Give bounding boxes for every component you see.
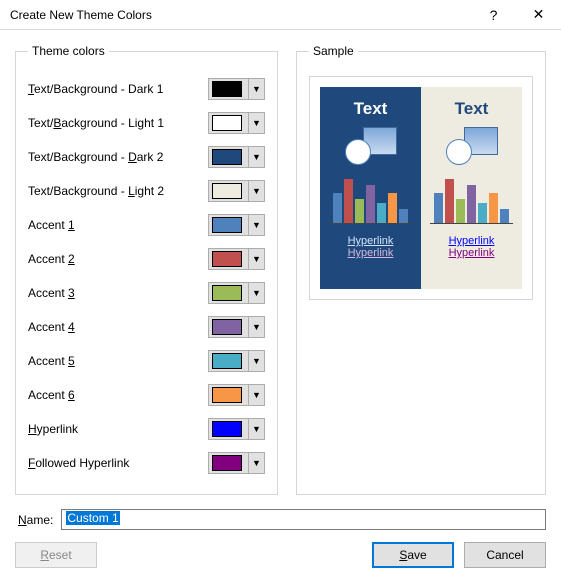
color-label: Accent 6 bbox=[28, 388, 75, 402]
chevron-down-icon: ▼ bbox=[248, 385, 264, 405]
color-row-accent4: Accent 4 ▼ bbox=[28, 310, 265, 344]
chevron-down-icon: ▼ bbox=[248, 351, 264, 371]
chevron-down-icon: ▼ bbox=[248, 113, 264, 133]
save-button[interactable]: Save bbox=[372, 542, 454, 568]
sample-preview: Text Hyperlink Hyperlink Text bbox=[309, 76, 533, 300]
name-input[interactable]: Custom 1 bbox=[61, 509, 546, 530]
sample-followed-hyperlink: Hyperlink bbox=[449, 247, 495, 259]
chevron-down-icon: ▼ bbox=[248, 249, 264, 269]
dialog-content: Theme colors Text/Background - Dark 1 ▼ … bbox=[0, 30, 561, 530]
sample-chart-icon bbox=[432, 173, 511, 223]
chevron-down-icon: ▼ bbox=[248, 181, 264, 201]
color-row-light1: Text/Background - Light 1 ▼ bbox=[28, 106, 265, 140]
sample-links: Hyperlink Hyperlink bbox=[449, 235, 495, 259]
theme-colors-group: Theme colors Text/Background - Dark 1 ▼ … bbox=[15, 44, 278, 495]
name-label: Name: bbox=[18, 513, 53, 527]
color-picker-accent2[interactable]: ▼ bbox=[208, 248, 265, 270]
sample-text: Text bbox=[354, 99, 388, 119]
swatch bbox=[212, 285, 242, 301]
sample-shapes-icon bbox=[341, 127, 401, 167]
color-picker-dark2[interactable]: ▼ bbox=[208, 146, 265, 168]
color-label: Accent 1 bbox=[28, 218, 75, 232]
color-row-accent5: Accent 5 ▼ bbox=[28, 344, 265, 378]
cancel-button[interactable]: Cancel bbox=[464, 542, 546, 568]
swatch bbox=[212, 149, 242, 165]
window-title: Create New Theme Colors bbox=[10, 8, 471, 22]
color-picker-accent5[interactable]: ▼ bbox=[208, 350, 265, 372]
color-picker-light1[interactable]: ▼ bbox=[208, 112, 265, 134]
color-picker-light2[interactable]: ▼ bbox=[208, 180, 265, 202]
color-row-accent6: Accent 6 ▼ bbox=[28, 378, 265, 412]
color-picker-accent1[interactable]: ▼ bbox=[208, 214, 265, 236]
theme-colors-legend: Theme colors bbox=[28, 44, 109, 58]
chevron-down-icon: ▼ bbox=[248, 283, 264, 303]
title-bar: Create New Theme Colors ? ✕ bbox=[0, 0, 561, 30]
sample-light-card: Text Hyperlink Hyperlink bbox=[421, 87, 522, 289]
color-label: Accent 2 bbox=[28, 252, 75, 266]
color-label: Hyperlink bbox=[28, 422, 78, 436]
color-label: Text/Background - Light 1 bbox=[28, 116, 164, 130]
color-picker-accent3[interactable]: ▼ bbox=[208, 282, 265, 304]
color-picker-accent4[interactable]: ▼ bbox=[208, 316, 265, 338]
sample-legend: Sample bbox=[309, 44, 358, 58]
color-picker-accent6[interactable]: ▼ bbox=[208, 384, 265, 406]
swatch bbox=[212, 353, 242, 369]
chevron-down-icon: ▼ bbox=[248, 419, 264, 439]
color-label: Text/Background - Dark 1 bbox=[28, 82, 163, 96]
swatch bbox=[212, 319, 242, 335]
sample-text: Text bbox=[455, 99, 489, 119]
color-row-dark1: Text/Background - Dark 1 ▼ bbox=[28, 72, 265, 106]
button-row: Reset Save Cancel bbox=[0, 542, 561, 582]
sample-hyperlink: Hyperlink bbox=[348, 235, 394, 247]
chevron-down-icon: ▼ bbox=[248, 215, 264, 235]
chevron-down-icon: ▼ bbox=[248, 79, 264, 99]
color-row-dark2: Text/Background - Dark 2 ▼ bbox=[28, 140, 265, 174]
sample-hyperlink: Hyperlink bbox=[449, 235, 495, 247]
color-label: Text/Background - Light 2 bbox=[28, 184, 164, 198]
sample-dark-card: Text Hyperlink Hyperlink bbox=[320, 87, 421, 289]
color-label: Followed Hyperlink bbox=[28, 456, 129, 470]
color-label: Accent 5 bbox=[28, 354, 75, 368]
sample-chart-icon bbox=[331, 173, 410, 223]
color-label: Accent 3 bbox=[28, 286, 75, 300]
color-row-accent1: Accent 1 ▼ bbox=[28, 208, 265, 242]
color-row-accent3: Accent 3 ▼ bbox=[28, 276, 265, 310]
swatch bbox=[212, 251, 242, 267]
color-picker-followed-hyperlink[interactable]: ▼ bbox=[208, 452, 265, 474]
swatch bbox=[212, 421, 242, 437]
color-row-hyperlink: Hyperlink ▼ bbox=[28, 412, 265, 446]
swatch bbox=[212, 183, 242, 199]
color-row-accent2: Accent 2 ▼ bbox=[28, 242, 265, 276]
chevron-down-icon: ▼ bbox=[248, 147, 264, 167]
chevron-down-icon: ▼ bbox=[248, 317, 264, 337]
sample-followed-hyperlink: Hyperlink bbox=[348, 247, 394, 259]
color-row-followed-hyperlink: Followed Hyperlink ▼ bbox=[28, 446, 265, 480]
swatch bbox=[212, 81, 242, 97]
swatch bbox=[212, 455, 242, 471]
color-label: Text/Background - Dark 2 bbox=[28, 150, 163, 164]
swatch bbox=[212, 217, 242, 233]
name-row: Name: Custom 1 bbox=[18, 509, 546, 530]
help-button[interactable]: ? bbox=[471, 0, 516, 30]
reset-button: Reset bbox=[15, 542, 97, 568]
sample-group: Sample Text Hyperlink Hyperlink bbox=[296, 44, 546, 495]
close-button[interactable]: ✕ bbox=[516, 0, 561, 30]
swatch bbox=[212, 387, 242, 403]
color-picker-hyperlink[interactable]: ▼ bbox=[208, 418, 265, 440]
color-label: Accent 4 bbox=[28, 320, 75, 334]
swatch bbox=[212, 115, 242, 131]
sample-shapes-icon bbox=[442, 127, 502, 167]
chevron-down-icon: ▼ bbox=[248, 453, 264, 473]
color-picker-dark1[interactable]: ▼ bbox=[208, 78, 265, 100]
sample-links: Hyperlink Hyperlink bbox=[348, 235, 394, 259]
color-row-light2: Text/Background - Light 2 ▼ bbox=[28, 174, 265, 208]
